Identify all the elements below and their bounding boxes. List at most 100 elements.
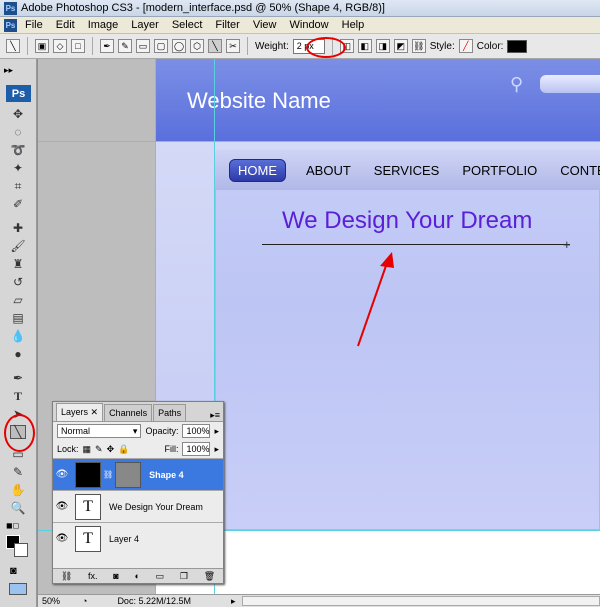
crop-tool-icon[interactable]: ⌗ bbox=[10, 179, 26, 193]
search-box bbox=[540, 75, 600, 93]
fill-label: Fill: bbox=[164, 444, 179, 454]
guide-horizontal[interactable] bbox=[38, 141, 600, 142]
dodge-tool-icon[interactable]: ● bbox=[10, 347, 26, 361]
background-color-swatch[interactable] bbox=[14, 543, 28, 557]
status-menu-icon[interactable]: ◔ bbox=[82, 596, 87, 606]
lasso-tool-icon[interactable]: ➰ bbox=[10, 143, 26, 157]
layer-name: Layer 4 bbox=[109, 533, 140, 544]
layer-style-button[interactable]: fx. bbox=[88, 571, 98, 581]
panel-collapse-grip[interactable]: ▸▸ bbox=[4, 65, 13, 76]
zoom-tool-icon[interactable]: 🔍 bbox=[10, 501, 26, 515]
menu-view[interactable]: View bbox=[253, 19, 277, 31]
tab-paths[interactable]: Paths bbox=[153, 404, 187, 421]
subtract-icon[interactable]: ◧ bbox=[357, 39, 372, 53]
zoom-level[interactable]: 50% bbox=[42, 596, 72, 606]
gradient-tool-icon[interactable]: ▤ bbox=[10, 311, 26, 325]
menu-file[interactable]: File bbox=[25, 19, 43, 31]
marquee-tool-icon[interactable]: ◌ bbox=[10, 125, 26, 139]
opacity-label: Opacity: bbox=[145, 426, 179, 436]
blend-mode-select[interactable]: Normal ▾ bbox=[57, 424, 142, 438]
lock-all-icon[interactable]: 🔒 bbox=[118, 444, 129, 455]
link-layers-icon[interactable]: ⛓ bbox=[61, 571, 72, 582]
slice-tool-icon[interactable]: ✐ bbox=[10, 197, 26, 211]
horizontal-scrollbar[interactable] bbox=[241, 596, 600, 606]
intersect-icon[interactable]: ◨ bbox=[375, 39, 390, 53]
status-bar: 50% ◔ Doc: 5.22M/12.5M ▸ bbox=[38, 594, 600, 607]
brush-tool-icon[interactable]: 🖌 bbox=[10, 239, 26, 253]
magic-wand-tool-icon[interactable]: ✦ bbox=[10, 161, 26, 175]
color-label: Color: bbox=[476, 40, 504, 52]
color-swatch[interactable] bbox=[507, 39, 528, 53]
link-icon[interactable]: ⛓ bbox=[411, 39, 426, 53]
fill-arrow-icon[interactable]: ▸ bbox=[214, 444, 219, 455]
adjustment-layer-icon[interactable]: ◐ bbox=[134, 571, 139, 581]
menu-edit[interactable]: Edit bbox=[56, 19, 75, 31]
hand-tool-icon[interactable]: ✋ bbox=[10, 483, 26, 497]
style-swatch[interactable]: ╱ bbox=[458, 39, 473, 53]
fill-input[interactable]: 100% bbox=[182, 442, 211, 456]
layer-name: We Design Your Dream bbox=[109, 501, 203, 512]
separator bbox=[92, 37, 93, 55]
vector-mask-thumbnail bbox=[115, 461, 142, 488]
menu-select[interactable]: Select bbox=[172, 19, 203, 31]
panel-menu-icon[interactable]: ▸≡ bbox=[210, 410, 220, 421]
fill-pixels-icon[interactable]: □ bbox=[71, 39, 85, 53]
rectangle-icon[interactable]: ▭ bbox=[136, 39, 150, 53]
menu-window[interactable]: Window bbox=[290, 19, 329, 31]
line-tool-highlight-ring bbox=[4, 414, 35, 452]
menu-image[interactable]: Image bbox=[88, 19, 119, 31]
menu-filter[interactable]: Filter bbox=[215, 19, 239, 31]
paths-icon[interactable]: ◇ bbox=[53, 39, 67, 53]
tab-layers[interactable]: Layers ✕ bbox=[56, 403, 104, 421]
screen-mode-icon[interactable] bbox=[9, 583, 27, 595]
freeform-pen-icon[interactable]: ✎ bbox=[118, 39, 132, 53]
visibility-eye-icon[interactable]: 👁 bbox=[55, 501, 69, 512]
new-group-icon[interactable]: ▭ bbox=[156, 571, 165, 582]
lock-transparency-icon[interactable]: ▦ bbox=[83, 444, 92, 455]
visibility-eye-icon[interactable]: 👁 bbox=[55, 469, 69, 480]
quick-mask-icon[interactable]: ◙ bbox=[10, 565, 17, 577]
text-layer-thumbnail: T bbox=[75, 525, 101, 552]
delete-layer-icon[interactable]: 🗑 bbox=[204, 571, 215, 582]
text-layer-thumbnail: T bbox=[75, 493, 101, 520]
blur-tool-icon[interactable]: 💧 bbox=[10, 329, 26, 343]
ellipse-icon[interactable]: ◯ bbox=[172, 39, 186, 53]
type-tool-icon[interactable]: T bbox=[10, 389, 26, 403]
new-layer-icon[interactable]: ❐ bbox=[180, 571, 188, 582]
polygon-icon[interactable]: ⬡ bbox=[190, 39, 204, 53]
search-icon: ⚲ bbox=[510, 74, 524, 94]
healing-brush-tool-icon[interactable]: ✚ bbox=[10, 221, 26, 235]
exclude-icon[interactable]: ◩ bbox=[393, 39, 408, 53]
status-arrow-icon[interactable]: ▸ bbox=[231, 596, 236, 607]
nav-home: HOME bbox=[229, 158, 286, 182]
opacity-arrow-icon[interactable]: ▸ bbox=[214, 426, 219, 437]
line-icon[interactable]: ╲ bbox=[208, 39, 222, 53]
red-arrow-annotation bbox=[357, 252, 394, 347]
visibility-eye-icon[interactable]: 👁 bbox=[55, 533, 69, 544]
pen-icon[interactable]: ✒ bbox=[100, 39, 114, 53]
menu-help[interactable]: Help bbox=[342, 19, 365, 31]
history-brush-tool-icon[interactable]: ↺ bbox=[10, 275, 26, 289]
add-mask-icon[interactable]: ◙ bbox=[113, 571, 118, 581]
menu-layer[interactable]: Layer bbox=[131, 19, 159, 31]
tab-channels[interactable]: Channels bbox=[104, 404, 153, 421]
move-tool-icon[interactable]: ✥ bbox=[10, 107, 26, 121]
custom-shape-icon[interactable]: ✂ bbox=[226, 39, 240, 53]
rounded-rectangle-icon[interactable]: ▢ bbox=[154, 39, 168, 53]
pen-tool-icon[interactable]: ✒ bbox=[10, 371, 26, 385]
lock-brush-icon[interactable]: ✎ bbox=[95, 444, 103, 455]
shape-layers-icon[interactable]: ▣ bbox=[35, 39, 49, 53]
line-tool-preset-icon[interactable]: ╲ bbox=[6, 39, 20, 53]
ps-menu-icon[interactable]: Ps bbox=[4, 18, 17, 32]
layers-panel-tabs: Layers ✕ Channels Paths ▸≡ bbox=[53, 402, 223, 422]
layer-4[interactable]: 👁 T Layer 4 bbox=[53, 522, 223, 554]
lock-move-icon[interactable]: ✥ bbox=[107, 444, 115, 455]
clone-stamp-tool-icon[interactable]: ♜ bbox=[10, 257, 26, 271]
layer-shape-4[interactable]: 👁 ⛓ Shape 4 bbox=[53, 458, 223, 490]
default-colors-icon[interactable]: ◼◻ bbox=[6, 521, 19, 530]
eraser-tool-icon[interactable]: ▱ bbox=[10, 293, 26, 307]
opacity-input[interactable]: 100% bbox=[182, 424, 211, 438]
layer-text-headline[interactable]: 👁 T We Design Your Dream bbox=[53, 490, 223, 522]
nav-services: SERVICES bbox=[373, 162, 440, 178]
eyedropper-tool-icon[interactable]: ✎ bbox=[10, 465, 26, 479]
